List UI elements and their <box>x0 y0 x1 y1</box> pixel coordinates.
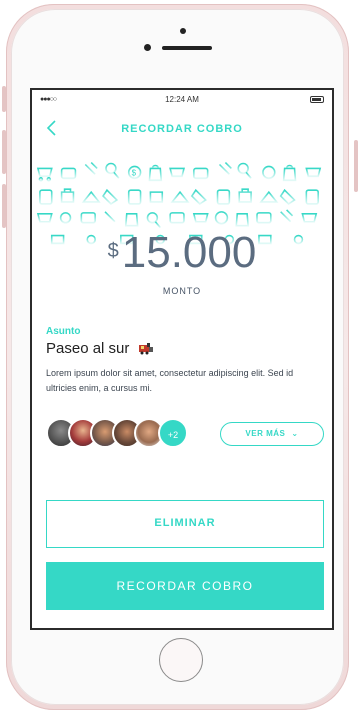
battery-icon <box>310 96 324 103</box>
proximity-sensor <box>144 44 151 51</box>
more-participants-badge[interactable]: +2 <box>158 418 188 448</box>
participants-group[interactable]: +2 <box>46 418 206 450</box>
currency-symbol: $ <box>107 240 119 262</box>
subject-title-row: Paseo al sur <box>46 340 154 360</box>
phone-volume-down <box>2 184 6 228</box>
status-time: 12:24 AM <box>165 95 199 104</box>
subject-label: Asunto <box>46 326 81 337</box>
phone-power-button <box>354 140 358 192</box>
earpiece-speaker <box>162 46 212 50</box>
remind-button[interactable]: RECORDAR COBRO <box>46 562 324 610</box>
chevron-down-icon: ⌄ <box>291 429 299 438</box>
amount-label: MONTO <box>162 286 202 296</box>
svg-text:$: $ <box>132 168 137 177</box>
subject-description: Lorem ipsum dolor sit amet, consectetur … <box>46 368 294 393</box>
amount-value: 15.000 <box>121 228 257 277</box>
phone-mute-switch <box>2 86 6 112</box>
delete-button[interactable]: ELIMINAR <box>46 500 324 548</box>
view-more-label: VER MÁS <box>245 429 286 438</box>
page-title: RECORDAR COBRO <box>121 123 243 135</box>
home-button[interactable] <box>159 638 203 682</box>
subject-title: Paseo al sur <box>46 340 130 357</box>
view-more-button[interactable]: VER MÁS ⌄ <box>220 422 324 446</box>
amount-display: $15.000 <box>32 228 332 278</box>
front-camera <box>180 28 186 34</box>
status-bar: ●●●○○ 12:24 AM <box>32 90 332 110</box>
app-screen: ●●●○○ 12:24 AM RECORDAR COBRO $ $15.000 … <box>30 88 334 630</box>
nav-bar: RECORDAR COBRO <box>32 114 332 142</box>
phone-volume-up <box>2 130 6 174</box>
train-emoji-icon <box>138 342 153 355</box>
